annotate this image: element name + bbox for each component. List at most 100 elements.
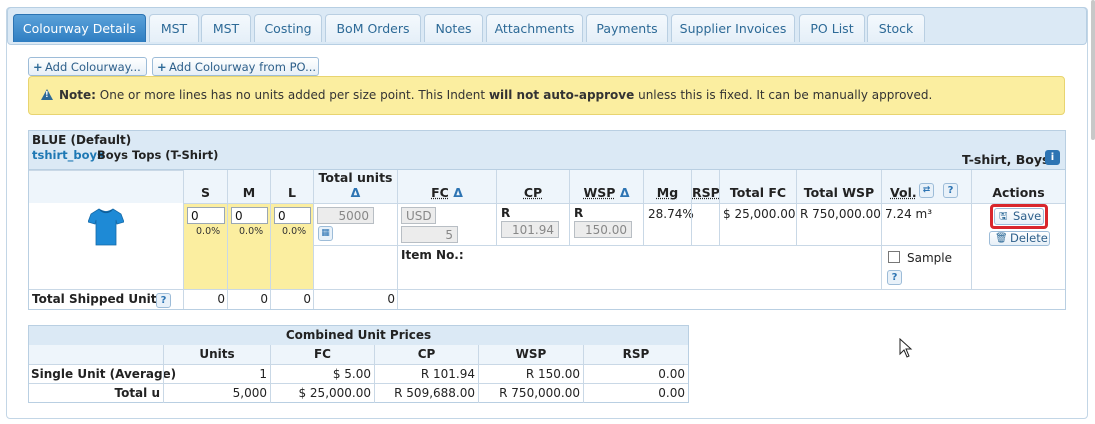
tab-payments[interactable]: Payments — [586, 14, 668, 42]
combined-cell: 0.00 — [583, 384, 688, 403]
tab-mst-1[interactable]: MST — [149, 14, 199, 42]
scrollbar-thumb[interactable] — [1091, 0, 1095, 140]
tab-costing[interactable]: Costing — [254, 14, 322, 42]
note-text-2: unless this is fixed. It can be manually… — [638, 88, 933, 102]
combined-cell: $ 5.00 — [270, 365, 374, 384]
warning-icon — [41, 89, 53, 100]
wsp-delta-icon[interactable]: Δ — [620, 185, 630, 200]
col-cp: CP — [496, 170, 569, 203]
col-rsp: RSP — [691, 170, 720, 203]
tab-bom-orders[interactable]: BoM Orders — [325, 14, 421, 42]
delete-button[interactable]: 🗑 Delete — [989, 231, 1050, 246]
size-l-cell: 0.0% — [270, 203, 313, 289]
col-cp-label: CP — [523, 185, 543, 200]
shipped-help-icon[interactable]: ? — [156, 293, 171, 308]
fc-currency-select[interactable] — [401, 207, 436, 224]
col-vol: Vol. ⇄ ? — [881, 170, 971, 203]
tab-supplier-invoices[interactable]: Supplier Invoices — [671, 14, 795, 42]
col-l: L — [270, 170, 313, 203]
vol-cell: 7.24 m³ — [881, 203, 971, 245]
wsp-value-input[interactable] — [574, 221, 632, 238]
mg-cell: 28.74% — [643, 203, 694, 245]
tab-colourway-details[interactable]: Colourway Details — [13, 14, 146, 42]
tab-po-list[interactable]: PO List — [799, 14, 865, 42]
shipped-label-cell: Total Shipped Units ? — [29, 289, 183, 309]
combined-cell: $ 25,000.00 — [270, 384, 374, 403]
size-s-input[interactable] — [187, 207, 225, 224]
size-m-input[interactable] — [231, 207, 268, 224]
size-s-pct: 0.0% — [196, 226, 221, 237]
tab-notes[interactable]: Notes — [424, 14, 483, 42]
note-text-1: One or more lines has no units added per… — [99, 88, 486, 102]
shipped-blank — [397, 289, 1065, 309]
col-fc-label: FC — [431, 185, 449, 200]
tab-mst-2[interactable]: MST — [201, 14, 251, 42]
col-s: S — [183, 170, 227, 203]
size-l-input[interactable] — [274, 207, 311, 224]
combined-cell: R 101.94 — [374, 365, 478, 384]
fc-value-input[interactable] — [401, 226, 458, 243]
colourway-table: BLUE (Default) tshirt_boys Boys Tops (T-… — [28, 130, 1066, 310]
column-header-row: S M L Total units Δ FC Δ CP WSP Δ Mg RSP… — [29, 170, 1065, 203]
combined-header-row: Units FC CP WSP RSP — [29, 345, 688, 364]
size-s-cell: 0.0% — [183, 203, 227, 289]
combined-row-total: Total u 5,000 $ 25,000.00 R 509,688.00 R… — [29, 383, 688, 403]
combined-col-cp: CP — [374, 345, 478, 364]
cp-value-input[interactable] — [501, 221, 559, 238]
cp-cell: R — [496, 203, 569, 245]
mouse-cursor-icon — [899, 338, 913, 358]
add-colourway-from-po-label: Add Colourway from PO... — [169, 60, 317, 74]
trash-icon: 🗑 — [995, 233, 1008, 244]
sample-label: Sample — [907, 251, 952, 265]
product-description: Boys Tops (T-Shirt) — [97, 148, 219, 162]
tab-attachments[interactable]: Attachments — [486, 14, 583, 42]
col-total-units-label: Total units — [318, 170, 393, 185]
plus-icon: + — [157, 60, 167, 74]
sample-checkbox[interactable] — [888, 251, 900, 263]
shipped-l: 0 — [270, 289, 313, 309]
combined-unit-prices-table: Combined Unit Prices Units FC CP WSP RSP… — [28, 325, 689, 403]
vol-value: 7.24 m³ — [885, 207, 933, 221]
help-icon[interactable]: ? — [943, 183, 958, 198]
combined-col-units: Units — [163, 345, 270, 364]
size-l-pct: 0.0% — [282, 226, 307, 237]
product-code-link[interactable]: tshirt_boys — [32, 148, 104, 162]
col-mg-label: Mg — [656, 185, 679, 200]
combined-title-row: Combined Unit Prices — [29, 326, 688, 346]
total-units-input[interactable] — [317, 207, 374, 224]
combined-title: Combined Unit Prices — [285, 328, 432, 342]
add-colourway-button[interactable]: + Add Colourway... — [28, 57, 147, 76]
tshirt-icon — [88, 208, 124, 246]
combined-col-wsp: WSP — [478, 345, 583, 364]
fc-delta-icon[interactable]: Δ — [453, 185, 463, 200]
sample-cell: Sample ? — [881, 245, 971, 289]
col-m: M — [227, 170, 270, 203]
blank-cell — [313, 245, 397, 289]
info-icon[interactable]: i — [1045, 150, 1060, 165]
note-bold: will not auto-approve — [488, 88, 635, 102]
save-button[interactable]: 🖫 Save — [994, 208, 1044, 225]
col-wsp: WSP Δ — [569, 170, 643, 203]
save-label: Save — [1013, 209, 1042, 223]
tab-stock[interactable]: Stock — [867, 14, 925, 42]
calculator-icon[interactable]: ▦ — [318, 226, 333, 241]
shipped-s: 0 — [183, 289, 227, 309]
delta-icon[interactable]: Δ — [314, 186, 397, 200]
approval-note: Note: One or more lines has no units add… — [28, 76, 1065, 115]
shipped-total: 0 — [313, 289, 397, 309]
delete-label: Delete — [1010, 231, 1048, 245]
col-mg: Mg — [643, 170, 691, 203]
colourway-name: BLUE (Default) — [32, 133, 132, 147]
combined-cell: R 750,000.00 — [478, 384, 583, 403]
total-units-cell: ▦ — [313, 203, 397, 245]
product-category: T-shirt, Boys — [962, 152, 1050, 167]
wsp-cell: R — [569, 203, 643, 245]
sample-help-icon[interactable]: ? — [887, 270, 902, 285]
col-actions: Actions — [971, 170, 1065, 203]
swap-units-icon[interactable]: ⇄ — [919, 183, 934, 198]
add-colourway-from-po-button[interactable]: + Add Colourway from PO... — [152, 57, 319, 76]
combined-row-single: Single Unit (Average) 1 $ 5.00 R 101.94 … — [29, 364, 688, 384]
combined-cell: R 150.00 — [478, 365, 583, 384]
save-icon: 🖫 — [999, 211, 1008, 222]
actions-cell: 🖫 Save 🗑 Delete — [971, 203, 1065, 289]
